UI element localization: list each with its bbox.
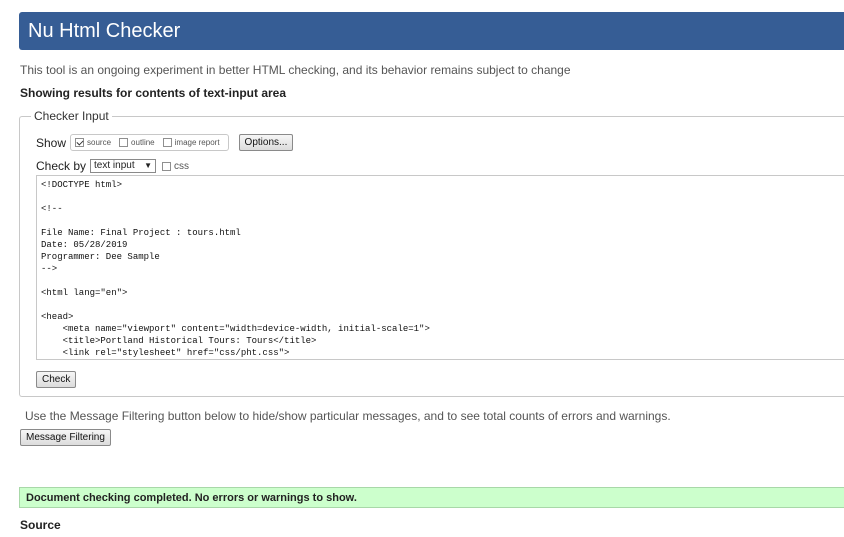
app-header: Nu Html Checker	[19, 12, 844, 50]
show-options-group: source outline image report	[70, 134, 229, 151]
show-outline-checkbox[interactable]	[119, 138, 129, 147]
app-title: Nu Html Checker	[28, 20, 181, 42]
source-heading: Source	[20, 518, 61, 532]
checker-input-fieldset: Checker Input Show source outline image …	[19, 109, 844, 397]
check-by-value: text input	[94, 160, 135, 171]
show-label: Show	[36, 135, 67, 150]
check-by-select[interactable]: text input ▼	[90, 159, 157, 173]
show-image-report-checkbox[interactable]	[162, 138, 172, 147]
dropdown-arrow-icon: ▼	[144, 161, 153, 170]
show-image-report-label: image report	[174, 138, 220, 147]
message-filtering-button[interactable]: Message Filtering	[20, 429, 111, 446]
css-checkbox[interactable]	[162, 161, 172, 171]
result-success-message: Document checking completed. No errors o…	[19, 487, 844, 508]
check-by-row: Check by text input ▼ css	[36, 159, 189, 173]
show-outline-label: outline	[131, 138, 155, 147]
show-source-label: source	[87, 138, 112, 147]
source-textarea[interactable]: <!DOCTYPE html> <!-- File Name: Final Pr…	[36, 175, 844, 360]
intro-text: This tool is an ongoing experiment in be…	[20, 63, 571, 77]
filtering-description: Use the Message Filtering button below t…	[25, 409, 671, 423]
checker-input-legend: Checker Input	[31, 109, 112, 123]
source-code-text: <!DOCTYPE html> <!-- File Name: Final Pr…	[41, 180, 430, 358]
check-button[interactable]: Check	[36, 371, 77, 388]
css-label: css	[174, 160, 190, 172]
show-row: Show source outline image report Options…	[36, 134, 294, 151]
check-by-label: Check by	[36, 159, 87, 173]
options-button[interactable]: Options...	[238, 134, 294, 151]
showing-results-heading: Showing results for contents of text-inp…	[20, 86, 287, 100]
show-source-checkbox[interactable]	[75, 138, 85, 147]
